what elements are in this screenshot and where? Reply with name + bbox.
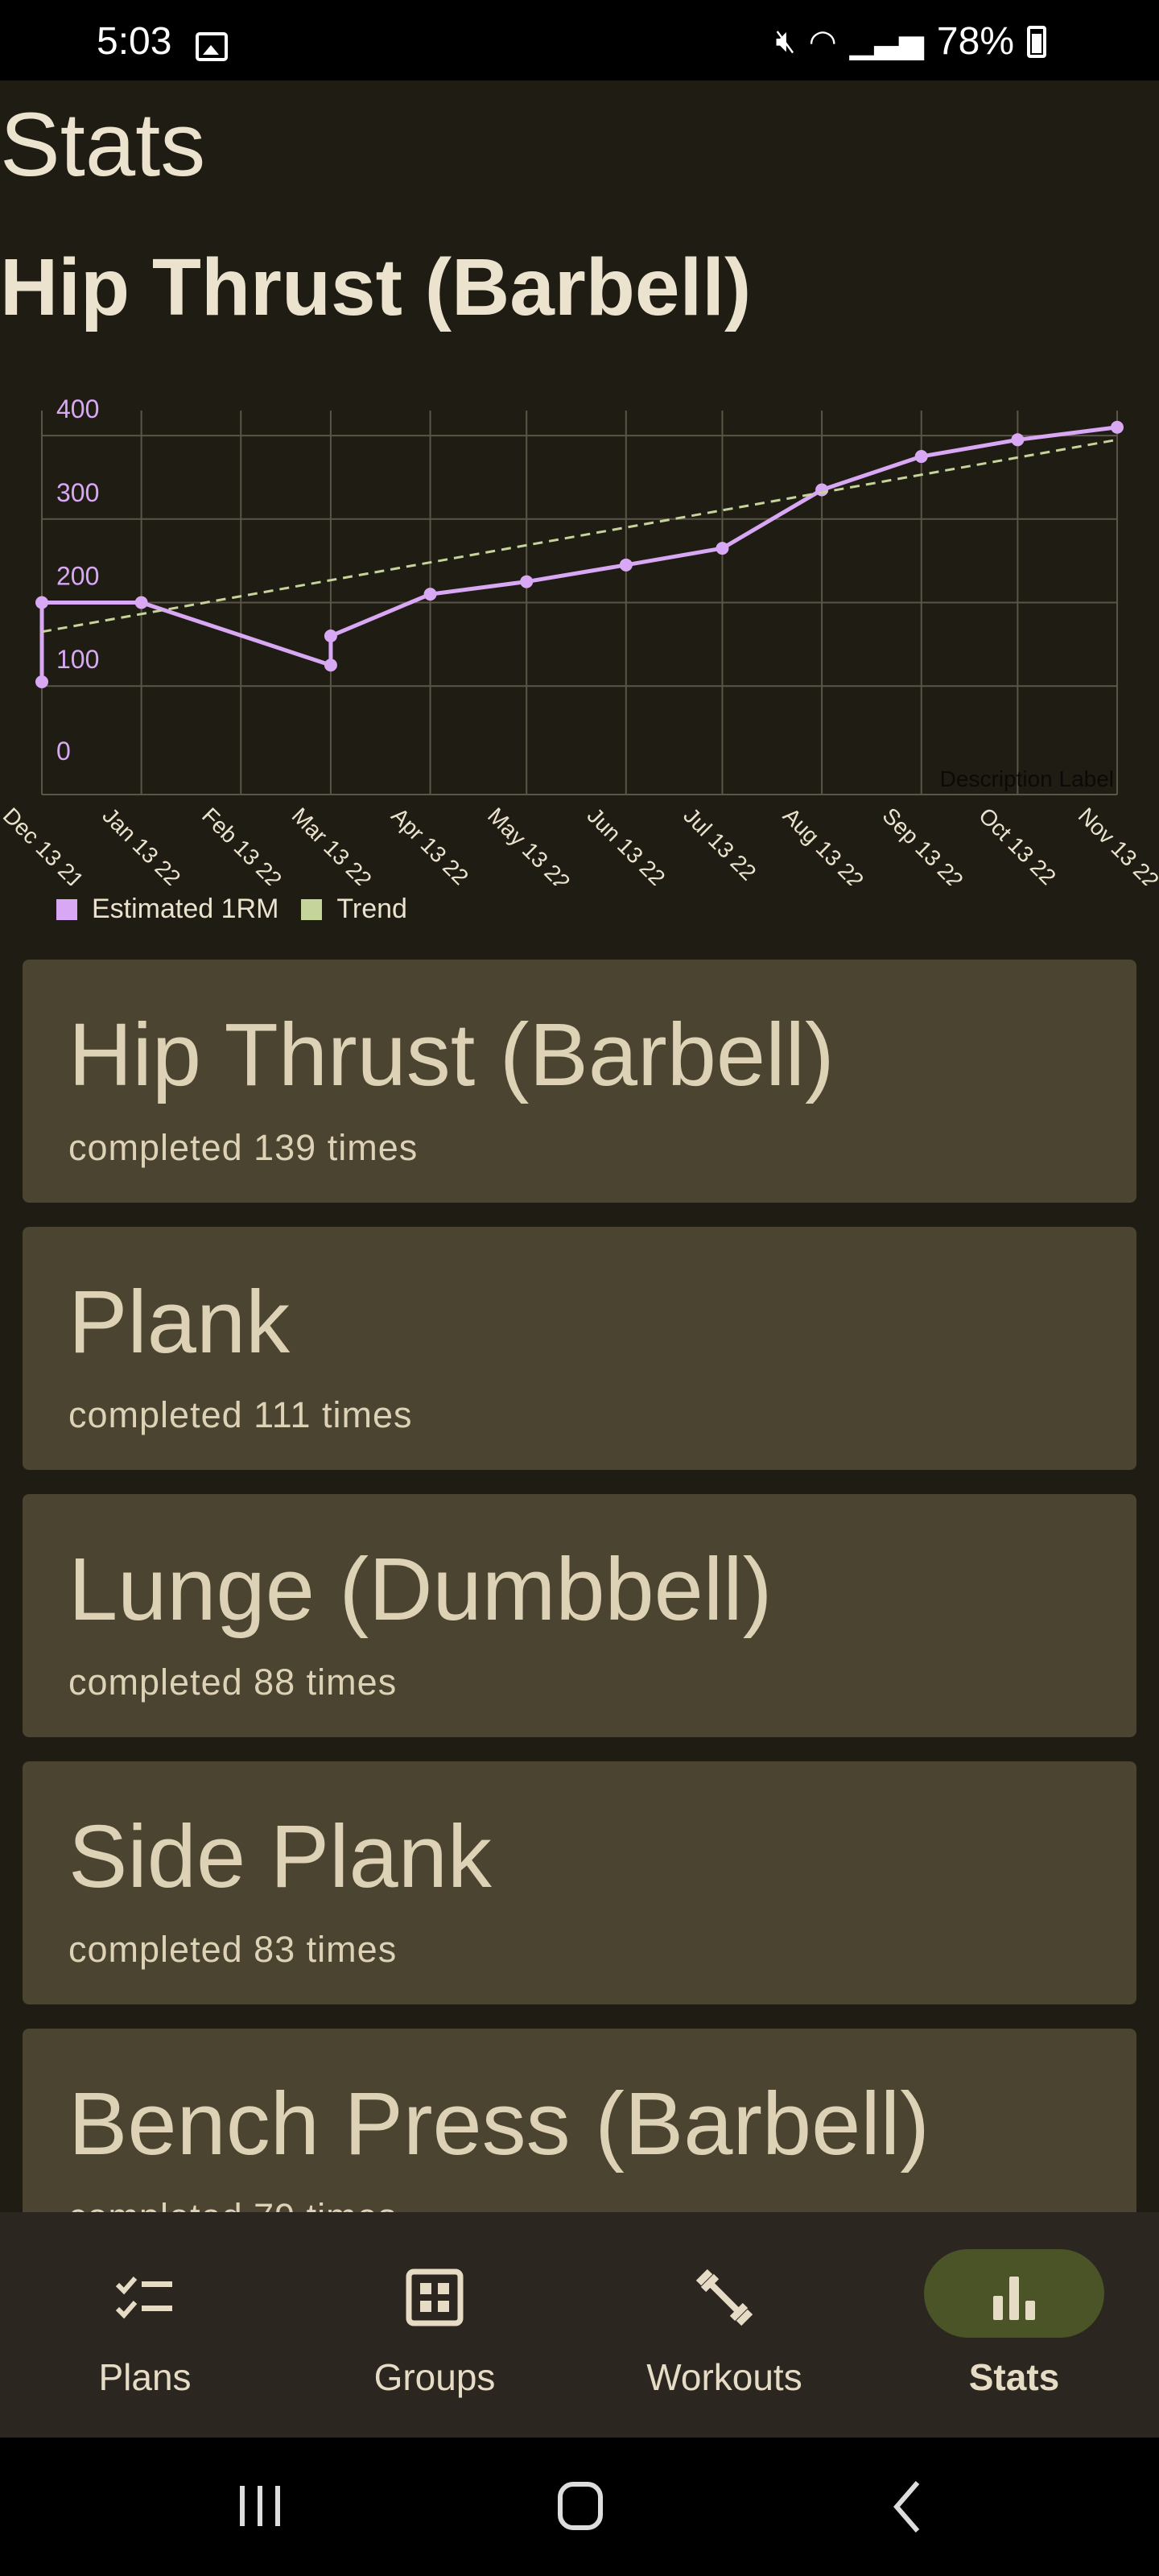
checklist-icon (115, 2277, 172, 2319)
exercise-card[interactable]: Hip Thrust (Barbell) completed 139 times (23, 960, 1136, 1203)
wifi-icon: ◠ (808, 23, 837, 60)
data-point-estimated-1rm (815, 483, 829, 497)
data-point-estimated-1rm (324, 629, 337, 642)
line-chart: Dec 13 21 Jan 13 22 Feb 13 22 Mar 13 22 Apr … (0, 394, 1159, 886)
y-tick-label: 300 (56, 478, 99, 507)
legend-item-estimated-1rm: Estimated 1RM (56, 894, 278, 925)
exercise-completed-count: completed 88 times (68, 1662, 398, 1703)
x-tick-label: Feb 13 22 (197, 803, 287, 886)
series-line-estimated-1rm (39, 425, 1118, 683)
exercise-name: Side Plank (68, 1807, 492, 1906)
x-tick-label: Sep 13 22 (877, 803, 967, 886)
battery-icon (1027, 25, 1046, 58)
nav-item-stats[interactable]: Stats (869, 2212, 1159, 2438)
nav-item-groups[interactable]: Groups (290, 2212, 580, 2438)
exercise-completed-count: completed 111 times (68, 1394, 413, 1435)
nav-label-workouts: Workouts (646, 2356, 802, 2398)
bottom-navigation: Plans Groups Workouts Stats (0, 2212, 1159, 2438)
status-right: 🔇︎ ◠ ▁▃▅ 78% (776, 19, 1046, 64)
data-point-estimated-1rm (134, 596, 148, 609)
legend-swatch-trend (301, 898, 323, 920)
mute-icon: 🔇︎ (775, 23, 796, 59)
exercise-name: Lunge (Dumbbell) (68, 1540, 773, 1639)
nav-label-stats: Stats (968, 2356, 1060, 2398)
data-point-estimated-1rm (423, 588, 437, 601)
signal-icon: ▁▃▅ (849, 23, 924, 60)
nav-label-plans: Plans (98, 2356, 192, 2398)
x-tick-label: May 13 22 (483, 803, 575, 886)
y-tick-label: 100 (56, 645, 99, 674)
data-point-estimated-1rm (1011, 433, 1025, 447)
data-point-estimated-1rm (35, 675, 48, 689)
legend-item-trend: Trend (301, 894, 407, 925)
x-tick-label: Apr 13 22 (386, 803, 473, 886)
image-notification-icon (196, 32, 228, 61)
exercise-card[interactable]: Side Plank completed 83 times (23, 1761, 1136, 2004)
battery-percent: 78% (936, 20, 1014, 63)
chart-description-label: Description Label (940, 766, 1114, 791)
data-point-estimated-1rm (1111, 420, 1124, 434)
exercise-completed-count: completed 139 times (68, 1127, 419, 1168)
exercise-name: Hip Thrust (Barbell) (68, 1005, 835, 1104)
data-point-estimated-1rm (716, 542, 729, 555)
exercise-list: Hip Thrust (Barbell) completed 139 times… (23, 960, 1136, 2296)
home-icon[interactable] (531, 2438, 628, 2576)
x-tick-label: Oct 13 22 (974, 803, 1061, 886)
data-point-estimated-1rm (520, 575, 534, 588)
legend-label-estimated-1rm: Estimated 1RM (92, 894, 279, 924)
system-navigation-bar (0, 2438, 1159, 2576)
data-point-estimated-1rm (324, 658, 337, 672)
status-bar: 5:03 🔇︎ ◠ ▁▃▅ 78% (0, 0, 1159, 80)
data-point-estimated-1rm (914, 450, 928, 464)
x-tick-label: Mar 13 22 (287, 803, 377, 886)
exercise-name: Plank (68, 1273, 291, 1372)
nav-item-plans[interactable]: Plans (0, 2212, 290, 2438)
x-tick-label: Jan 13 22 (97, 803, 185, 886)
legend-label-trend: Trend (336, 894, 407, 924)
data-point-estimated-1rm (35, 596, 48, 609)
y-tick-label: 400 (56, 394, 99, 423)
back-icon[interactable] (861, 2438, 958, 2576)
y-tick-label: 0 (56, 737, 71, 766)
grid-icon (406, 2268, 464, 2326)
status-time: 5:03 (97, 20, 172, 63)
exercise-card[interactable]: Lunge (Dumbbell) completed 88 times (23, 1494, 1136, 1737)
page-title: Stats (0, 94, 206, 195)
exercise-card[interactable]: Plank completed 111 times (23, 1227, 1136, 1470)
bar-chart-icon (993, 2277, 1035, 2320)
x-tick-label: Aug 13 22 (778, 803, 868, 886)
recent-apps-icon[interactable] (217, 2438, 314, 2576)
data-point-estimated-1rm (619, 558, 633, 572)
nav-item-workouts[interactable]: Workouts (580, 2212, 869, 2438)
nav-label-groups: Groups (373, 2356, 496, 2398)
x-tick-label: Jul 13 22 (678, 803, 761, 885)
x-tick-label: Nov 13 22 (1074, 803, 1159, 886)
dumbbell-icon (695, 2268, 753, 2326)
y-tick-label: 200 (56, 562, 99, 591)
x-tick-label: Jun 13 22 (583, 803, 670, 886)
chart-legend: Estimated 1RM Trend (56, 894, 407, 925)
x-tick-label: Dec 13 21 (0, 803, 89, 886)
chart-title: Hip Thrust (Barbell) (0, 242, 752, 332)
exercise-name: Bench Press (Barbell) (68, 2074, 930, 2174)
exercise-completed-count: completed 83 times (68, 1929, 398, 1970)
legend-swatch-estimated-1rm (56, 898, 77, 920)
